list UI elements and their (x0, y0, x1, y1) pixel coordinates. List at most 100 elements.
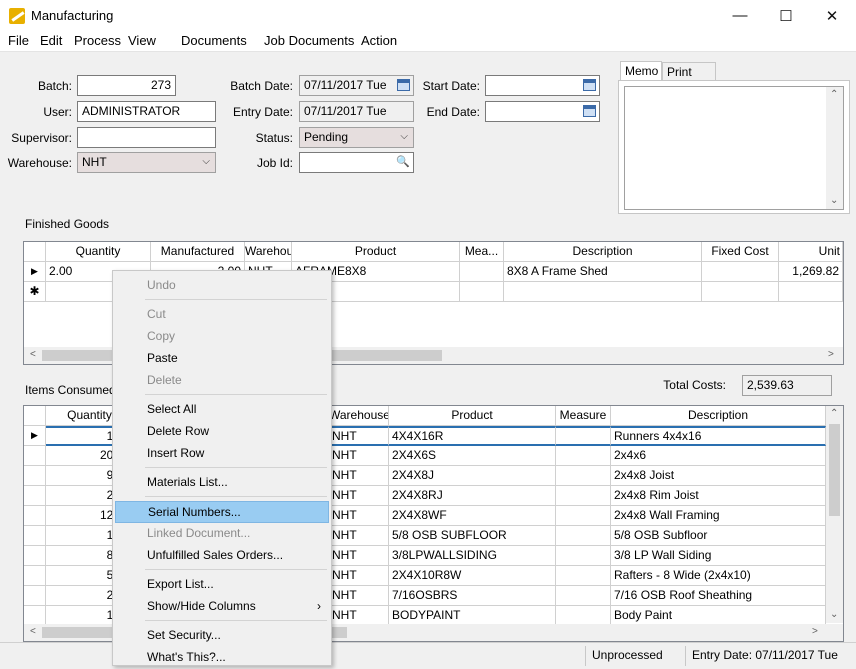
calendar-icon[interactable] (583, 105, 596, 117)
table-cell[interactable] (556, 546, 611, 566)
close-button[interactable]: ✕ (809, 0, 855, 31)
maximize-button[interactable]: ☐ (763, 0, 809, 31)
table-cell[interactable]: Runners 4x4x16 (611, 426, 826, 446)
memo-scrollbar[interactable]: ⌃ ⌄ (826, 87, 843, 209)
menu-item-paste[interactable]: Paste (115, 348, 329, 370)
table-cell[interactable] (702, 262, 779, 282)
new-row-icon[interactable]: ✱ (24, 282, 46, 302)
table-cell[interactable]: 2x4x6 (611, 446, 826, 466)
column-header[interactable]: Product (389, 406, 556, 426)
table-cell[interactable] (556, 466, 611, 486)
table-cell[interactable]: NHT (329, 486, 389, 506)
start-date-field[interactable] (485, 75, 600, 96)
calendar-icon[interactable] (397, 79, 410, 91)
menu-view[interactable]: View (128, 33, 156, 48)
row-header[interactable] (24, 606, 46, 626)
table-cell[interactable]: NHT (329, 446, 389, 466)
row-selector-icon[interactable]: ▶ (24, 262, 46, 282)
column-header[interactable]: Mea... (460, 242, 504, 262)
table-cell[interactable]: NHT (329, 606, 389, 626)
column-header[interactable]: Quantity (46, 242, 151, 262)
menu-item-show-hide-columns[interactable]: Show/Hide Columns › (115, 596, 329, 618)
scroll-down-icon[interactable]: ⌄ (830, 195, 838, 206)
table-cell[interactable]: NHT (329, 506, 389, 526)
row-header[interactable] (24, 446, 46, 466)
row-header[interactable] (24, 506, 46, 526)
table-cell[interactable]: 3/8 LP Wall Siding (611, 546, 826, 566)
menu-item-select-all[interactable]: Select All (115, 399, 329, 421)
column-header[interactable]: Manufactured (151, 242, 245, 262)
scroll-thumb[interactable] (829, 424, 840, 516)
column-header[interactable]: Measure (556, 406, 611, 426)
minimize-button[interactable]: — (717, 0, 763, 31)
menu-item-insert-row[interactable]: Insert Row (115, 443, 329, 465)
scroll-right-icon[interactable]: > (828, 349, 834, 360)
table-cell[interactable]: 8X8 A Frame Shed (504, 262, 702, 282)
end-date-field[interactable] (485, 101, 600, 122)
table-cell[interactable] (556, 446, 611, 466)
table-cell[interactable] (460, 282, 504, 302)
memo-textarea[interactable]: ⌃ ⌄ (624, 86, 844, 210)
table-cell[interactable]: 2X4X6S (389, 446, 556, 466)
status-select[interactable]: Pending ⌵ (299, 127, 414, 148)
row-header[interactable] (24, 546, 46, 566)
table-cell[interactable]: NHT (329, 566, 389, 586)
table-cell[interactable]: 7/16 OSB Roof Sheathing (611, 586, 826, 606)
search-icon[interactable]: 🔍 (396, 155, 410, 169)
column-header[interactable]: Product (292, 242, 460, 262)
row-selector-icon[interactable]: ▶ (24, 426, 46, 446)
table-cell[interactable]: NHT (329, 526, 389, 546)
table-cell[interactable] (556, 586, 611, 606)
table-cell[interactable]: 7/16OSBRS (389, 586, 556, 606)
scroll-up-icon[interactable]: ⌃ (830, 408, 838, 419)
user-field[interactable]: ADMINISTRATOR (77, 101, 216, 122)
menu-edit[interactable]: Edit (40, 33, 62, 48)
column-header[interactable]: Warehouse (329, 406, 389, 426)
table-cell[interactable]: 1,269.82 (779, 262, 843, 282)
table-cell[interactable]: BODYPAINT (389, 606, 556, 626)
calendar-icon[interactable] (583, 79, 596, 91)
items-consumed-vscrollbar[interactable]: ⌃ ⌄ (826, 406, 843, 623)
table-cell[interactable]: 2X4X10R8W (389, 566, 556, 586)
menu-job-documents[interactable]: Job Documents (264, 33, 354, 48)
table-cell[interactable]: 4X4X16R (389, 426, 556, 446)
table-cell[interactable]: 2x4x8 Wall Framing (611, 506, 826, 526)
column-header[interactable]: Fixed Cost (702, 242, 779, 262)
table-cell[interactable] (556, 486, 611, 506)
scroll-left-icon[interactable]: < (30, 349, 36, 360)
scroll-down-icon[interactable]: ⌄ (830, 609, 838, 620)
table-cell[interactable]: 5/8 OSB SUBFLOOR (389, 526, 556, 546)
table-cell[interactable] (556, 506, 611, 526)
menu-item-materials-list[interactable]: Materials List... (115, 472, 329, 494)
row-header[interactable] (24, 466, 46, 486)
column-header[interactable]: Warehouse (245, 242, 292, 262)
scroll-left-icon[interactable]: < (30, 626, 36, 637)
table-cell[interactable]: 2x4x8 Joist (611, 466, 826, 486)
menu-action[interactable]: Action (361, 33, 397, 48)
menu-item-unfulfilled-sales-orders[interactable]: Unfulfilled Sales Orders... (115, 545, 329, 567)
table-cell[interactable]: Body Paint (611, 606, 826, 626)
table-cell[interactable]: NHT (329, 466, 389, 486)
row-header[interactable] (24, 486, 46, 506)
row-header[interactable] (24, 586, 46, 606)
batch-field[interactable]: 273 (77, 75, 176, 96)
column-header[interactable]: Description (611, 406, 826, 426)
menu-documents[interactable]: Documents (181, 33, 247, 48)
tab-print-log[interactable]: Print Log (662, 62, 716, 82)
column-header[interactable]: Description (504, 242, 702, 262)
table-cell[interactable]: 2X4X8WF (389, 506, 556, 526)
menu-item-set-security[interactable]: Set Security... (115, 625, 329, 647)
table-cell[interactable] (556, 526, 611, 546)
scroll-up-icon[interactable]: ⌃ (830, 89, 838, 100)
table-cell[interactable]: 5/8 OSB Subfloor (611, 526, 826, 546)
table-cell[interactable]: 2X4X8RJ (389, 486, 556, 506)
table-cell[interactable]: 2x4x8 Rim Joist (611, 486, 826, 506)
menu-item-delete-row[interactable]: Delete Row (115, 421, 329, 443)
column-header[interactable]: Unit (779, 242, 843, 262)
menu-process[interactable]: Process (74, 33, 121, 48)
menu-item-export-list[interactable]: Export List... (115, 574, 329, 596)
job-id-field[interactable]: 🔍 (299, 152, 414, 173)
supervisor-field[interactable] (77, 127, 216, 148)
table-cell[interactable]: NHT (329, 586, 389, 606)
table-cell[interactable]: Rafters - 8 Wide (2x4x10) (611, 566, 826, 586)
